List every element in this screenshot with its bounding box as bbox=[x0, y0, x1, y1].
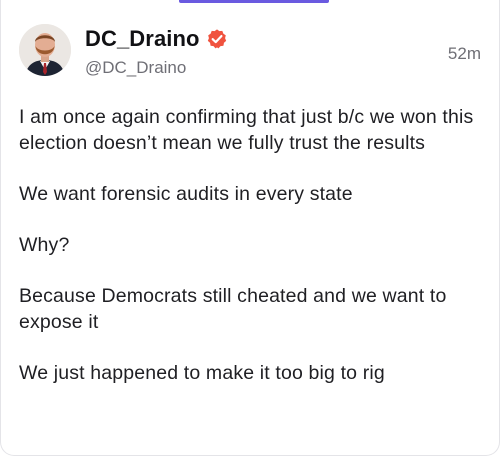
avatar-image bbox=[19, 24, 71, 76]
verified-badge-icon bbox=[206, 28, 228, 50]
post-paragraph: We just happened to make it too big to r… bbox=[19, 362, 385, 384]
post-paragraph: Because Democrats still cheated and we w… bbox=[19, 285, 447, 333]
post-body: I am once again confirming that just b/c… bbox=[19, 104, 481, 411]
top-accent-bar bbox=[179, 0, 329, 3]
post-timestamp[interactable]: 52m bbox=[448, 44, 481, 64]
post-paragraph: We want forensic audits in every state bbox=[19, 183, 353, 205]
display-name[interactable]: DC_Draino bbox=[85, 26, 200, 52]
post-paragraph: I am once again confirming that just b/c… bbox=[19, 106, 474, 154]
avatar[interactable] bbox=[19, 24, 71, 76]
post-header: DC_Draino @DC_Draino 52m bbox=[19, 24, 481, 80]
user-handle[interactable]: @DC_Draino bbox=[85, 58, 228, 78]
post-paragraph: Why? bbox=[19, 234, 70, 256]
post-card: DC_Draino @DC_Draino 52m I am once again… bbox=[0, 0, 500, 456]
